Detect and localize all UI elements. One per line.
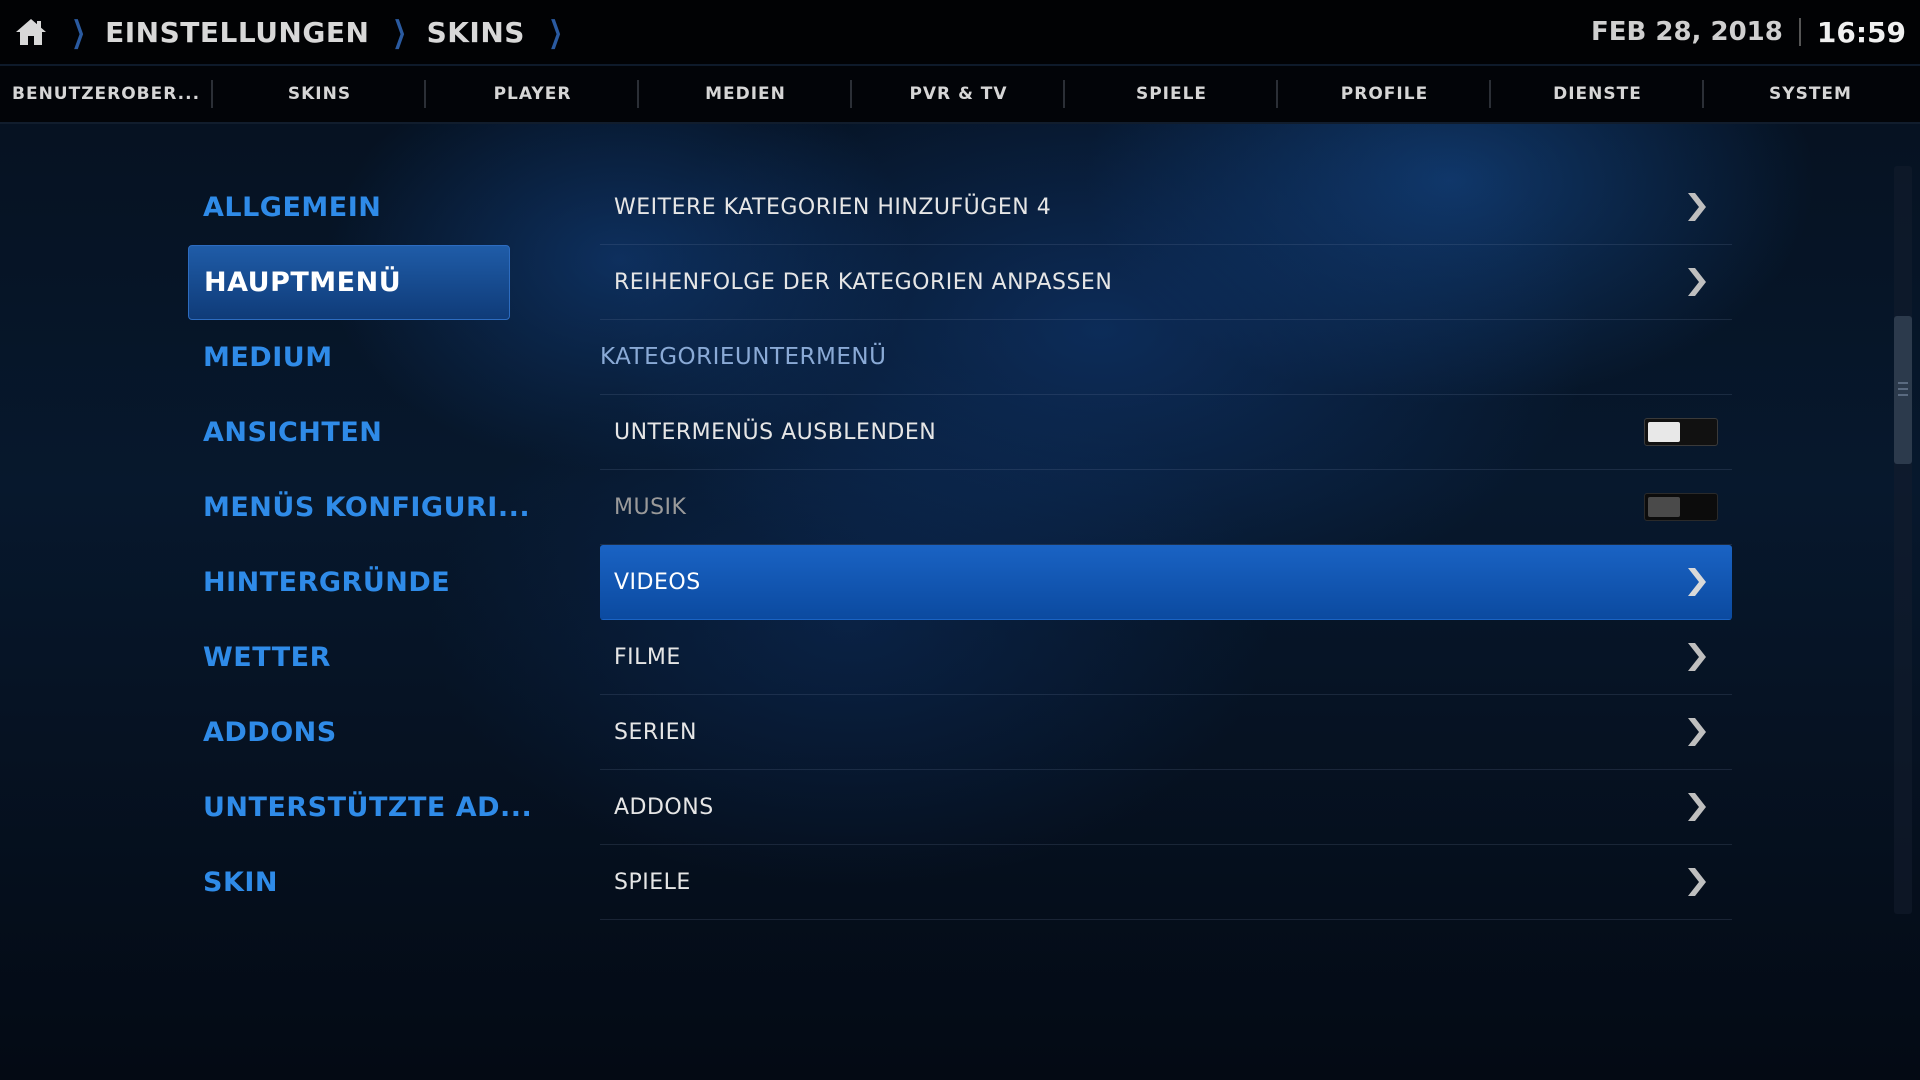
tab-player[interactable]: PLAYER <box>426 66 639 122</box>
toggle-knob <box>1648 422 1680 442</box>
setting-label: VIDEOS <box>614 569 701 595</box>
menu-item-configure-menus[interactable]: MENÜS KONFIGURI... <box>188 470 530 545</box>
setting-label: SERIEN <box>614 719 697 745</box>
setting-row-addons[interactable]: ADDONS <box>600 770 1732 845</box>
chevron-right-icon <box>1682 639 1712 675</box>
setting-label: WEITERE KATEGORIEN HINZUFÜGEN 4 <box>614 194 1052 220</box>
grip-line <box>1898 388 1908 390</box>
tab-pvr-tv[interactable]: PVR & TV <box>852 66 1065 122</box>
setting-label: SPIELE <box>614 869 691 895</box>
breadcrumb-separator-icon: ❯ <box>71 14 86 50</box>
setting-row-movies[interactable]: FILME <box>600 620 1732 695</box>
category-tabs: BENUTZEROBER... SKINS PLAYER MEDIEN PVR … <box>0 66 1920 124</box>
setting-row-reorder-categories[interactable]: REIHENFOLGE DER KATEGORIEN ANPASSEN <box>600 245 1732 320</box>
clock-divider <box>1798 18 1801 46</box>
hide-submenus-toggle[interactable] <box>1644 418 1718 446</box>
chevron-right-icon <box>1682 264 1712 300</box>
breadcrumb-item-skins[interactable]: SKINS <box>427 16 525 49</box>
toggle-knob <box>1648 497 1680 517</box>
menu-item-weather[interactable]: WETTER <box>188 620 510 695</box>
setting-label: REIHENFOLGE DER KATEGORIEN ANPASSEN <box>614 269 1113 295</box>
setting-row-add-categories[interactable]: WEITERE KATEGORIEN HINZUFÜGEN 4 <box>600 170 1732 245</box>
chevron-right-icon <box>1682 864 1712 900</box>
chevron-right-icon <box>1682 564 1712 600</box>
tab-system[interactable]: SYSTEM <box>1704 66 1917 122</box>
setting-row-music: MUSIK <box>600 470 1732 545</box>
menu-item-addons[interactable]: ADDONS <box>188 695 510 770</box>
section-header-label: KATEGORIEUNTERMENÜ <box>600 344 887 370</box>
setting-row-videos[interactable]: VIDEOS <box>600 545 1732 620</box>
time-label: 16:59 <box>1816 15 1906 49</box>
menu-item-medium[interactable]: MEDIUM <box>188 320 510 395</box>
tab-skins[interactable]: SKINS <box>213 66 426 122</box>
tab-services[interactable]: DIENSTE <box>1491 66 1704 122</box>
settings-scrollbar[interactable] <box>1894 166 1912 914</box>
grip-line <box>1898 382 1908 384</box>
chevron-right-icon <box>1682 714 1712 750</box>
tab-profiles[interactable]: PROFILE <box>1278 66 1491 122</box>
setting-label: ADDONS <box>614 794 714 820</box>
tab-media[interactable]: MEDIEN <box>639 66 852 122</box>
menu-item-backgrounds[interactable]: HINTERGRÜNDE <box>188 545 510 620</box>
menu-item-supported-addons[interactable]: UNTERSTÜTZTE AD... <box>188 770 532 845</box>
menu-item-views[interactable]: ANSICHTEN <box>188 395 510 470</box>
setting-label: UNTERMENÜS AUSBLENDEN <box>614 419 937 445</box>
menu-item-general[interactable]: ALLGEMEIN <box>188 170 510 245</box>
home-icon[interactable] <box>14 15 48 49</box>
music-toggle <box>1644 493 1718 521</box>
breadcrumb-item-settings[interactable]: EINSTELLUNGEN <box>105 16 369 49</box>
date-label: FEB 28, 2018 <box>1590 17 1783 47</box>
setting-label: MUSIK <box>614 494 687 520</box>
scrollbar-thumb[interactable] <box>1894 316 1912 464</box>
menu-item-skin[interactable]: SKIN <box>188 845 510 920</box>
setting-row-hide-submenus[interactable]: UNTERMENÜS AUSBLENDEN <box>600 395 1732 470</box>
grip-line <box>1898 394 1908 396</box>
breadcrumb: ❯ EINSTELLUNGEN ❯ SKINS ❯ <box>14 0 582 64</box>
top-bar: ❯ EINSTELLUNGEN ❯ SKINS ❯ FEB 28, 2018 1… <box>0 0 1920 66</box>
setting-label: FILME <box>614 644 681 670</box>
chevron-right-icon <box>1682 189 1712 225</box>
clock: FEB 28, 2018 16:59 <box>1591 0 1906 64</box>
chevron-right-icon <box>1682 789 1712 825</box>
setting-row-games[interactable]: SPIELE <box>600 845 1732 920</box>
settings-list: WEITERE KATEGORIEN HINZUFÜGEN 4 REIHENFO… <box>600 170 1732 920</box>
settings-category-menu: ALLGEMEIN HAUPTMENÜ MEDIUM ANSICHTEN MEN… <box>188 170 532 920</box>
menu-item-main-menu[interactable]: HAUPTMENÜ <box>188 245 510 320</box>
tab-games[interactable]: SPIELE <box>1065 66 1278 122</box>
setting-row-series[interactable]: SERIEN <box>600 695 1732 770</box>
section-header-category-submenu: KATEGORIEUNTERMENÜ <box>600 320 1732 395</box>
tab-interface[interactable]: BENUTZEROBER... <box>0 66 213 122</box>
breadcrumb-separator-icon: ❯ <box>548 14 563 50</box>
breadcrumb-separator-icon: ❯ <box>393 14 407 50</box>
